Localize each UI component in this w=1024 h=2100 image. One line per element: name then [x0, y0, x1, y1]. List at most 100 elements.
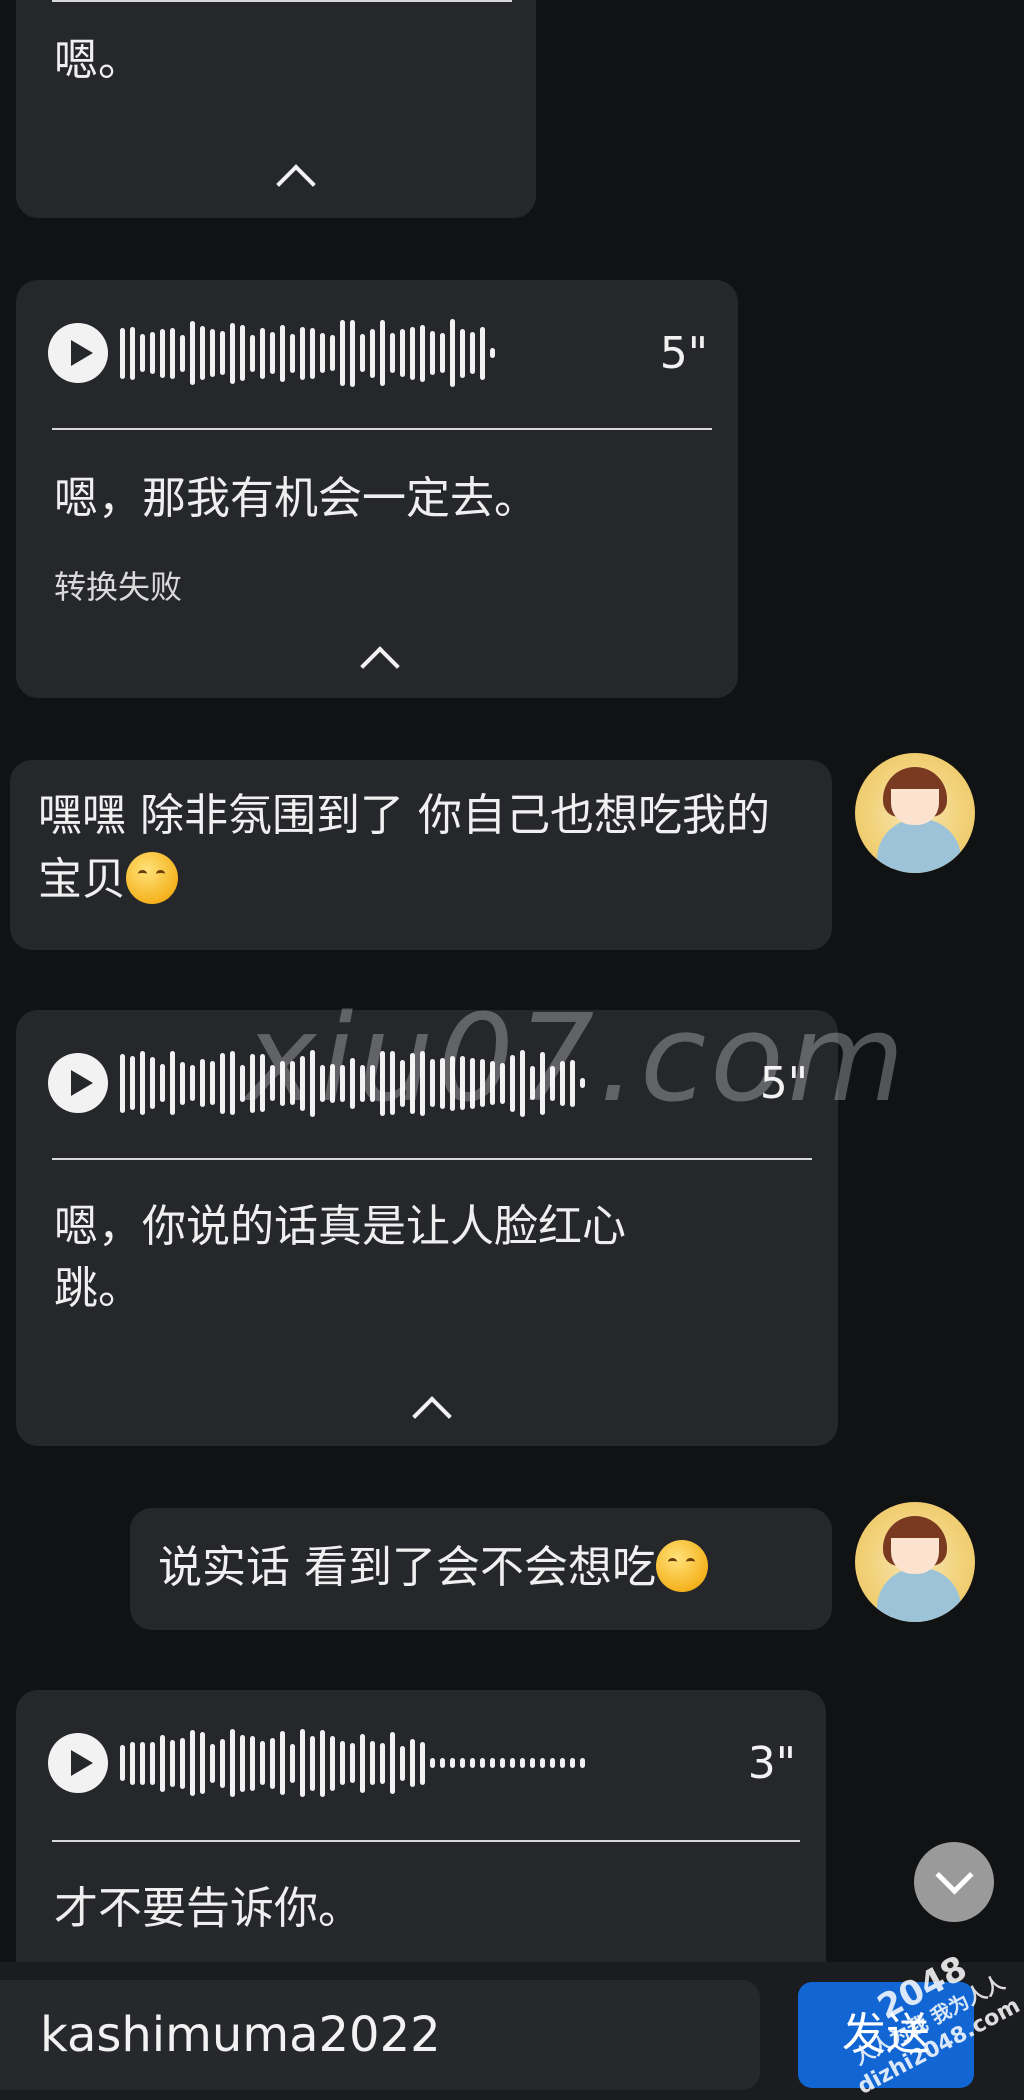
message-text: 说实话 看到了会不会想吃 — [158, 1536, 804, 1600]
avatar[interactable] — [855, 1502, 975, 1622]
waveform-bar — [410, 326, 415, 380]
waveform-bar — [230, 1729, 235, 1797]
waveform-bar — [370, 1741, 375, 1785]
waveform-bar — [510, 1758, 515, 1768]
voice-message-bubble[interactable]: 5" 嗯，你说的话真是让人脸红心 跳。 — [16, 1010, 838, 1446]
waveform-bar — [190, 1065, 195, 1101]
waveform-bar — [430, 331, 435, 375]
waveform-bar — [210, 1743, 215, 1783]
waveform-bar — [460, 328, 465, 378]
waveform-bar — [200, 326, 205, 380]
send-button[interactable]: 发送 — [798, 1982, 974, 2088]
collapse-chevron-icon[interactable] — [412, 1396, 452, 1436]
text-message-bubble[interactable]: 嘿嘿 除非氛围到了 你自己也想吃我的宝贝 — [10, 760, 832, 950]
transcript-divider — [52, 428, 712, 430]
waveform-bar — [310, 1049, 315, 1117]
waveform-bar — [180, 1737, 185, 1789]
waveform-bar — [270, 1737, 275, 1789]
waveform-bar — [170, 1739, 175, 1787]
waveform-bar — [520, 1758, 525, 1768]
waveform-bar — [250, 1053, 255, 1113]
waveform-bar — [120, 1053, 125, 1113]
waveform-bar — [540, 1758, 545, 1768]
voice-message-bubble[interactable]: 嗯。 — [16, 0, 536, 218]
waveform-bar — [220, 1738, 225, 1788]
waveform-bar — [160, 1064, 165, 1102]
waveform-bar — [260, 1054, 265, 1112]
waveform-bar — [480, 1059, 485, 1107]
voice-player[interactable]: 5" — [48, 1048, 808, 1118]
waveform-bar — [340, 320, 345, 386]
play-icon[interactable] — [48, 1733, 108, 1793]
waveform-bar — [440, 333, 445, 373]
transcript-divider — [52, 0, 512, 2]
waveform-bar — [250, 1735, 255, 1791]
waveform-bar — [450, 319, 455, 387]
waveform-bar — [440, 1758, 445, 1768]
waveform-bar — [220, 1052, 225, 1114]
transcript-divider — [52, 1840, 800, 1842]
waveform-bar — [380, 320, 385, 386]
transcript-line: 嗯，你说的话真是让人脸红心 — [54, 1201, 626, 1252]
waveform-bar — [190, 1730, 195, 1796]
waveform-bar — [380, 1050, 385, 1116]
waveform-bar — [290, 333, 295, 373]
waveform-bar — [500, 1062, 505, 1104]
scroll-to-bottom-button[interactable] — [914, 1842, 994, 1922]
waveform-bar — [250, 334, 255, 372]
waveform-bar — [170, 1051, 175, 1115]
waveform-bar — [510, 1054, 515, 1112]
waveform — [120, 318, 642, 388]
waveform-bar — [410, 1739, 415, 1787]
waveform-bar — [340, 1064, 345, 1102]
avatar[interactable] — [855, 753, 975, 873]
waveform-bar — [390, 333, 395, 373]
collapse-chevron-icon[interactable] — [276, 164, 316, 204]
play-icon[interactable] — [48, 323, 108, 383]
voice-player[interactable]: 5" — [48, 318, 708, 388]
message-text: 嘿嘿 除非氛围到了 你自己也想吃我的宝贝 — [38, 784, 804, 912]
waveform-bar — [380, 1742, 385, 1784]
waveform-bar — [560, 1060, 565, 1106]
waveform-bar — [180, 1061, 185, 1105]
waveform-bar — [350, 1743, 355, 1783]
voice-transcript: 嗯，你说的话真是让人脸红心 跳。 — [54, 1196, 778, 1320]
waveform-bar — [530, 1066, 535, 1100]
waveform-bar — [310, 327, 315, 379]
waveform-bar — [200, 1059, 205, 1107]
play-icon[interactable] — [48, 1053, 108, 1113]
waveform-bar — [500, 1758, 505, 1768]
waveform-bar — [570, 1758, 575, 1768]
yawning-face-emoji-icon — [656, 1540, 708, 1592]
waveform-bar — [240, 325, 245, 381]
collapse-chevron-icon[interactable] — [360, 646, 400, 686]
waveform-bar — [450, 1055, 455, 1111]
waveform-bar — [580, 1758, 585, 1768]
waveform-bar — [130, 1741, 135, 1785]
waveform-bar — [140, 1051, 145, 1115]
waveform-bar — [450, 1758, 455, 1768]
text-message-bubble[interactable]: 说实话 看到了会不会想吃 — [130, 1508, 832, 1630]
waveform-bar — [460, 1758, 465, 1768]
waveform-bar — [220, 331, 225, 375]
waveform-bar — [550, 1065, 555, 1101]
waveform-bar — [350, 1057, 355, 1109]
voice-message-bubble[interactable]: 5" 嗯，那我有机会一定去。 转换失败 — [16, 280, 738, 698]
voice-transcript: 嗯，那我有机会一定去。 — [54, 473, 538, 524]
waveform-bar — [190, 321, 195, 385]
waveform-bar — [470, 1057, 475, 1109]
waveform-bar — [300, 1055, 305, 1111]
waveform-bar — [370, 1064, 375, 1102]
waveform-bar — [290, 1743, 295, 1783]
waveform-bar — [520, 1049, 525, 1117]
message-input[interactable]: kashimuma2022 — [0, 1980, 760, 2090]
voice-player[interactable]: 3" — [48, 1728, 796, 1798]
waveform-bar — [420, 324, 425, 382]
yawning-face-emoji-icon — [126, 852, 178, 904]
waveform-bar — [430, 1758, 435, 1768]
waveform-bar — [390, 1732, 395, 1794]
waveform-bar — [490, 1758, 495, 1768]
waveform-bar — [580, 1078, 585, 1088]
waveform-bar — [470, 332, 475, 374]
waveform-bar — [420, 1050, 425, 1116]
